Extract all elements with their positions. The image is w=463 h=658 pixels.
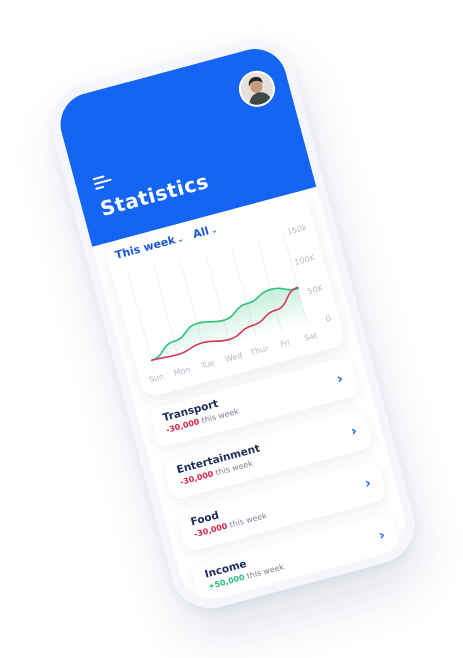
avatar[interactable] <box>234 66 279 111</box>
menu-icon-line <box>95 185 105 190</box>
menu-icon[interactable] <box>92 174 114 192</box>
chart-x-tick-label: Sat <box>303 331 318 343</box>
chart-x-tick-label: Thur <box>248 344 270 358</box>
chart-y-tick-label: 0 <box>325 314 332 324</box>
chart-x-tick-label: Mon <box>173 365 192 378</box>
chart-y-tick-label: 50K <box>307 283 325 296</box>
menu-icon-line <box>93 178 112 186</box>
chevron-down-icon: ⌄ <box>176 233 185 245</box>
chart-gridline <box>128 274 154 366</box>
page-title: Statistics <box>97 168 212 221</box>
chart-y-tick-label: 150k <box>286 223 308 237</box>
avatar-image <box>237 69 277 109</box>
chart-x-tick-label: Sun <box>148 372 165 385</box>
phone-mockup: Statistics Sun Mon Tue Wed Thur Fri Sat 150k 100… <box>42 30 424 618</box>
chart-x-tick-label: Wed <box>224 351 243 364</box>
chart-y-tick-label: 100K <box>294 253 317 267</box>
stage: Statistics Sun Mon Tue Wed Thur Fri Sat 150k 100… <box>0 0 463 658</box>
chart-series-area <box>151 288 308 366</box>
chart-x-tick-label: Fri <box>279 338 291 349</box>
category-list: Transport -30,000 this week › Entertainm… <box>148 356 405 606</box>
app-screen: Statistics Sun Mon Tue Wed Thur Fri Sat 150k 100… <box>53 41 413 607</box>
chart-x-tick-label: Tue <box>199 358 216 371</box>
